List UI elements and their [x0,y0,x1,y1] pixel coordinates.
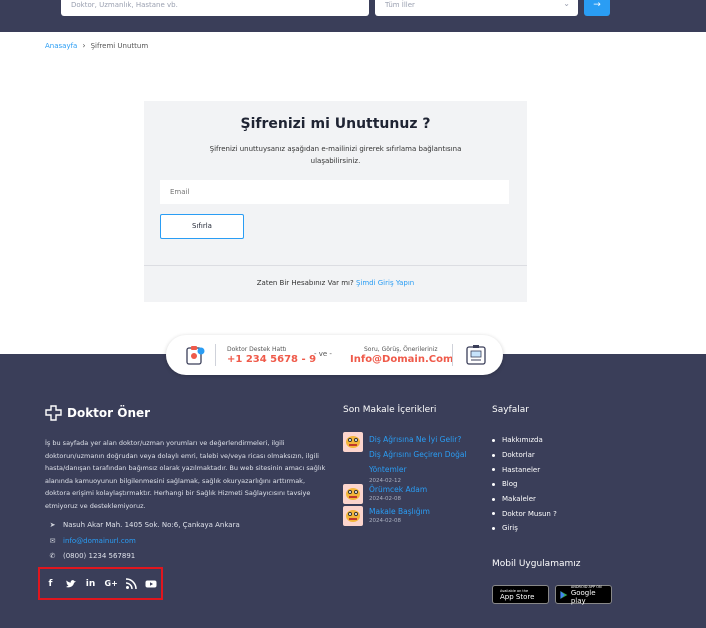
envelope-icon: ✉ [49,537,56,545]
article-thumbnail [343,432,363,452]
breadcrumb-current: Şifremi Unuttum [90,41,149,50]
phone-icon: ✆ [49,552,56,560]
chevron-down-icon: ⌄ [563,0,570,8]
support-separator: - ve - [314,350,332,358]
articles-title: Son Makale İçerikleri [343,405,437,415]
feedback-icon [466,345,486,365]
email-field[interactable] [160,180,509,204]
article-item[interactable]: Makale Başlığım 2024-02-08 [343,506,474,526]
youtube-icon[interactable] [145,578,157,590]
phone-text[interactable]: (0800) 1234 567891 [63,552,135,560]
feedback-label: Soru, Görüş, Önerileriniz [364,346,438,353]
arrow-right-icon: → [593,0,601,10]
search-input[interactable]: Doktor, Uzmanlık, Hastane vb. [61,0,369,16]
article-thumbnail [343,506,363,526]
facebook-icon[interactable]: f [45,578,57,590]
google-play-button[interactable]: ANDROID APP ON Google play [555,584,612,605]
google-play-small-text: ANDROID APP ON [570,584,602,589]
card-divider [144,265,527,266]
doctor-support-icon [186,346,205,365]
page-link-hospitals[interactable]: Hastaneler [492,462,557,477]
location-arrow-icon: ➤ [49,521,56,529]
article-thumbnail [343,484,363,504]
city-select-label: Tüm İller [385,1,415,9]
social-links: f in G+ [38,567,163,600]
footer-about-text: İş bu sayfada yer alan doktor/uzman yoru… [45,439,326,510]
hotline-number[interactable]: +1 234 5678 - 9 [227,354,316,365]
breadcrumb-home-link[interactable]: Anasayfa [45,42,77,50]
page-link-about[interactable]: Hakkımızda [492,433,557,448]
pages-list: Hakkımızda Doktorlar Hastaneler Blog Mak… [492,433,557,536]
feedback-email[interactable]: Info@Domain.Com [350,354,453,365]
article-title[interactable]: Örümcek Adam [369,484,474,495]
hotline-label: Doktor Destek Hattı [227,346,287,353]
page-link-articles[interactable]: Makaleler [492,492,557,507]
logo-text: Doktor Öner [67,406,151,420]
login-prompt-text: Zaten Bir Hesabınız Var mı? [256,279,354,287]
linkedin-icon[interactable]: in [85,578,97,590]
search-band: Doktor, Uzmanlık, Hastane vb. Tüm İller … [0,0,706,32]
footer-phone: ✆ (0800) 1234 567891 [48,552,136,560]
pages-title: Sayfalar [492,405,529,415]
app-store-text: App Store [500,592,535,601]
footer-logo[interactable]: Doktor Öner [45,405,150,421]
google-play-text: Google play [570,588,596,605]
footer-address: ➤ Nasuh Akar Mah. 1405 Sok. No:6, Çankay… [48,521,240,529]
app-store-button[interactable]: Available on the App Store [492,585,549,604]
rss-icon[interactable] [125,577,137,590]
chevron-right-icon: › [82,41,86,50]
support-pill: Doktor Destek Hattı +1 234 5678 - 9 - ve… [166,335,503,375]
article-title[interactable]: Makale Başlığım [369,506,474,517]
mobile-app-title: Mobil Uygulamamız [492,559,581,569]
page-title: Şifrenizi mi Unuttunuz ? [240,116,431,132]
article-item[interactable]: Diş Ağrısına Ne İyi Gelir? Diş Ağrısını … [343,432,474,484]
article-item[interactable]: Örümcek Adam 2024-02-08 [343,484,474,504]
city-select[interactable]: Tüm İller ⌄ [375,0,578,16]
reset-description: Şifrenizi unuttuysanız aşağıdan e-mailin… [209,145,462,165]
page-link-login[interactable]: Giriş [492,521,557,536]
reset-button[interactable]: Sıfırla [160,214,244,239]
footer-email: ✉ info@domainurl.com [48,537,136,545]
logo-cross-icon [45,405,62,421]
pill-divider [452,344,453,366]
email-link[interactable]: info@domainurl.com [63,537,136,545]
google-play-icon [560,590,568,599]
google-plus-icon[interactable]: G+ [105,578,118,590]
pill-divider [215,344,216,366]
login-link[interactable]: Şimdi Giriş Yapın [356,279,414,287]
article-date: 2024-02-08 [369,518,401,524]
breadcrumb: Anasayfa › Şifremi Unuttum [45,41,148,50]
twitter-icon[interactable] [65,578,77,590]
page-link-are-you-doctor[interactable]: Doktor Musun ? [492,506,557,521]
search-button[interactable]: → [584,0,610,16]
address-text: Nasuh Akar Mah. 1405 Sok. No:6, Çankaya … [63,521,240,529]
article-title[interactable]: Diş Ağrısına Ne İyi Gelir? Diş Ağrısını … [369,432,474,477]
article-date: 2024-02-08 [369,496,401,502]
forgot-password-card: Şifrenizi mi Unuttunuz ? Şifrenizi unutt… [144,101,527,302]
login-prompt: Zaten Bir Hesabınız Var mı? Şimdi Giriş … [144,279,527,287]
page-link-blog[interactable]: Blog [492,477,557,492]
page-link-doctors[interactable]: Doktorlar [492,448,557,463]
